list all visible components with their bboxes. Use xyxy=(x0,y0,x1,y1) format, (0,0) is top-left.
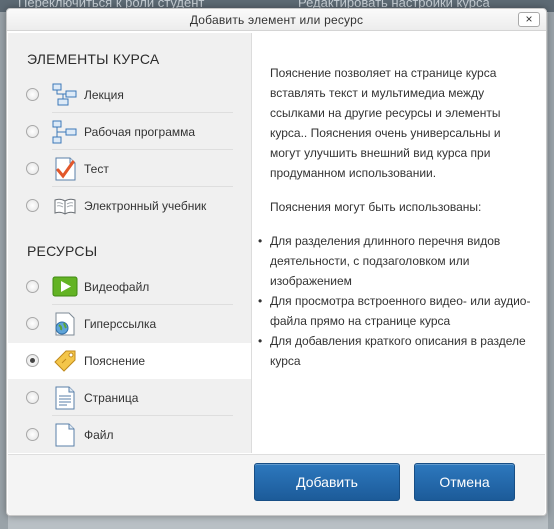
dialog-header: Добавить элемент или ресурс × xyxy=(7,9,546,31)
option-label-resource[interactable]: Пояснение xyxy=(8,343,251,379)
option-quiz[interactable]: Тест xyxy=(8,151,251,187)
description-list: Для разделения длинного перечня видов де… xyxy=(258,231,532,371)
divider xyxy=(52,415,233,416)
options-panel: ЭЛЕМЕНТЫ КУРСА Лекция Рабочая программа … xyxy=(8,33,251,453)
divider xyxy=(52,186,233,187)
option-ebook[interactable]: Электронный учебник xyxy=(8,188,251,224)
label-icon xyxy=(54,350,76,372)
description-paragraph: Пояснения могут быть использованы: xyxy=(270,200,482,214)
option-label: Пояснение xyxy=(84,354,146,368)
page-icon xyxy=(55,386,75,410)
option-label: Рабочая программа xyxy=(84,125,196,139)
option-label: Видеофайл xyxy=(84,280,150,294)
book-icon xyxy=(54,198,76,215)
option-label: Гиперссылка xyxy=(84,317,157,331)
radio-button-checked[interactable] xyxy=(26,354,39,367)
radio-button[interactable] xyxy=(26,162,39,175)
description-bullet: Для добавления краткого описания в разде… xyxy=(258,331,532,371)
option-label: Лекция xyxy=(84,88,124,102)
description-paragraph: Пояснение позволяет на странице курса вс… xyxy=(270,66,501,180)
url-icon xyxy=(55,312,75,336)
radio-button[interactable] xyxy=(26,428,39,441)
section-title-activities: ЭЛЕМЕНТЫ КУРСА xyxy=(27,51,160,67)
add-button[interactable]: Добавить xyxy=(254,463,400,501)
lesson-icon xyxy=(52,83,77,106)
video-icon xyxy=(52,276,78,297)
radio-button[interactable] xyxy=(26,280,39,293)
option-lesson[interactable]: Лекция xyxy=(8,77,251,113)
option-label: Файл xyxy=(84,428,114,442)
option-label: Страница xyxy=(84,391,139,405)
description-bullet: Для разделения длинного перечня видов де… xyxy=(258,231,532,291)
option-file[interactable]: Файл xyxy=(8,417,251,453)
file-icon xyxy=(55,423,75,447)
radio-button[interactable] xyxy=(26,317,39,330)
radio-button[interactable] xyxy=(26,88,39,101)
dialog-title: Добавить элемент или ресурс xyxy=(189,13,364,27)
background-right-strip xyxy=(548,12,554,529)
dialog-footer: Добавить Отмена xyxy=(8,454,545,515)
dialog-body: ЭЛЕМЕНТЫ КУРСА Лекция Рабочая программа … xyxy=(8,33,545,453)
description-bullet: Для просмотра встроенного видео- или ауд… xyxy=(258,291,532,331)
option-workflow[interactable]: Рабочая программа xyxy=(8,114,251,150)
divider xyxy=(52,149,233,150)
option-url[interactable]: Гиперссылка xyxy=(8,306,251,342)
close-button[interactable]: × xyxy=(518,12,540,27)
divider xyxy=(52,304,233,305)
description-panel: Пояснение позволяет на странице курса вс… xyxy=(251,33,545,453)
cancel-button[interactable]: Отмена xyxy=(414,463,515,501)
radio-button[interactable] xyxy=(26,391,39,404)
workflow-icon xyxy=(52,120,77,144)
option-label: Тест xyxy=(84,162,109,176)
add-activity-dialog: Добавить элемент или ресурс × ЭЛЕМЕНТЫ К… xyxy=(6,8,547,516)
option-page[interactable]: Страница xyxy=(8,380,251,416)
quiz-icon xyxy=(55,157,76,181)
radio-button[interactable] xyxy=(26,125,39,138)
description-text: Пояснение позволяет на странице курса вс… xyxy=(258,63,532,371)
radio-button[interactable] xyxy=(26,199,39,212)
option-label: Электронный учебник xyxy=(84,199,207,213)
option-video[interactable]: Видеофайл xyxy=(8,269,251,305)
section-title-resources: РЕСУРСЫ xyxy=(27,243,98,259)
divider xyxy=(52,112,233,113)
